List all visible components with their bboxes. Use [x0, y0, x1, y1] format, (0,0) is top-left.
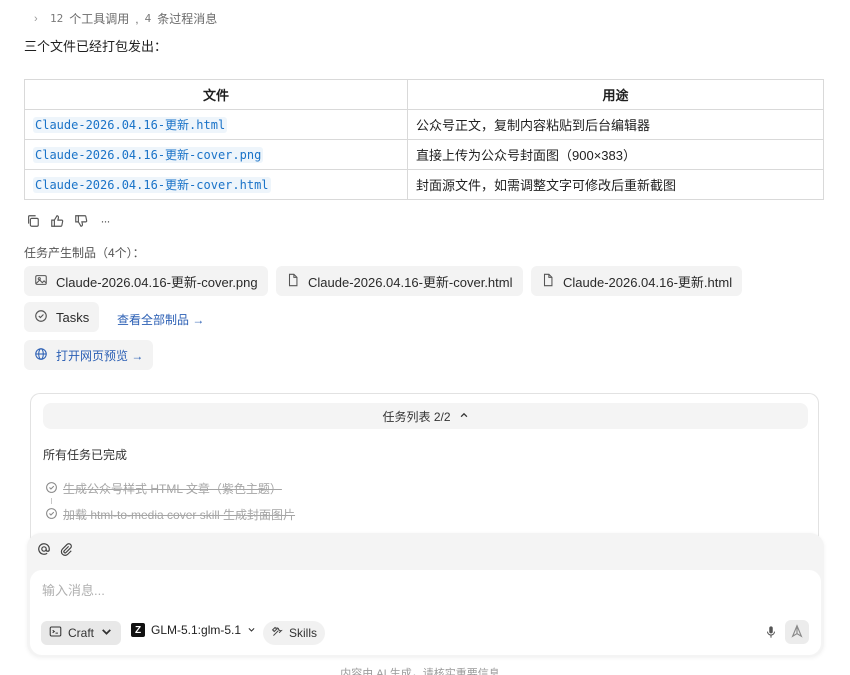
product-chip-label: Claude-2026.04.16-更新.html — [563, 274, 733, 290]
table-cell-purpose: 封面源文件，如需调整文字可修改后重新截图 — [407, 169, 824, 200]
preview-label: 打开网页预览 → — [56, 348, 144, 363]
table-row: Claude-2026.04.16-更新-cover.png 直接上传为公众号封… — [24, 139, 824, 170]
chevron-up-icon — [459, 409, 469, 423]
product-chip-html[interactable]: Claude-2026.04.16-更新.html — [531, 266, 743, 296]
task-list-title: 任务列表 2/2 — [382, 409, 451, 424]
product-chip-label: Claude-2026.04.16-更新-cover.png — [56, 274, 258, 290]
mode-label: Craft — [68, 626, 95, 640]
file-icon — [541, 273, 555, 290]
table-cell-purpose: 公众号正文，复制内容粘贴到后台编辑器 — [407, 109, 824, 140]
file-name-code: Claude-2026.04.16-更新-cover.png — [33, 147, 264, 163]
table-cell-purpose: 直接上传为公众号封面图（900×383） — [407, 139, 824, 170]
table-row: Claude-2026.04.16-更新-cover.html 封面源文件，如需… — [24, 169, 824, 200]
tool-call-summary[interactable]: › 12 个工具调用 , 4 条过程消息 — [34, 10, 217, 27]
task-item: 加载 html-to-media cover skill 生成封面图片 — [45, 506, 295, 523]
summary-separator: , — [135, 11, 139, 26]
table-row: Claude-2026.04.16-更新.html 公众号正文，复制内容粘贴到后… — [24, 109, 824, 140]
chevron-down-icon — [247, 623, 256, 637]
composer-toolbar — [37, 542, 73, 559]
microphone-icon[interactable] — [763, 623, 779, 641]
table-header-row: 文件 用途 — [24, 79, 824, 110]
table-header-file: 文件 — [24, 79, 408, 110]
product-chip-tasks[interactable]: Tasks — [24, 302, 100, 332]
products-label: 任务产生制品（4个）： — [24, 246, 145, 260]
open-web-preview-button[interactable]: 打开网页预览 → — [24, 340, 154, 370]
table-cell-file: Claude-2026.04.16-更新.html — [24, 109, 408, 140]
task-item-label: 加载 html-to-media cover skill 生成封面图片 — [63, 508, 296, 522]
tool-count: 12 — [50, 12, 64, 25]
send-button[interactable] — [785, 620, 809, 644]
message-input[interactable] — [40, 579, 744, 601]
ai-disclaimer: 内容由 AI 生成，请核实重要信息 — [340, 668, 500, 675]
composer-input-area: Craft Z GLM-5.1:glm-5.1 Skills — [30, 570, 821, 655]
check-circle-icon — [34, 309, 48, 326]
table-cell-file: Claude-2026.04.16-更新-cover.png — [24, 139, 408, 170]
product-chip-cover-html[interactable]: Claude-2026.04.16-更新-cover.html — [276, 266, 523, 296]
task-item-label: 生成公众号样式 HTML 文章（紫色主题） — [63, 482, 282, 496]
message-composer: Craft Z GLM-5.1:glm-5.1 Skills — [27, 533, 824, 657]
table-cell-file: Claude-2026.04.16-更新-cover.html — [24, 169, 408, 200]
task-list-toggle[interactable]: 任务列表 2/2 — [43, 403, 808, 429]
at-mention-icon[interactable] — [37, 542, 51, 559]
task-connector — [51, 498, 52, 504]
product-chip-cover-png[interactable]: Claude-2026.04.16-更新-cover.png — [24, 266, 268, 296]
task-item: 生成公众号样式 HTML 文章（紫色主题） — [45, 480, 282, 497]
assistant-intro-text: 三个文件已经打包发出： — [24, 39, 168, 54]
task-list-panel: 任务列表 2/2 所有任务已完成 生成公众号样式 HTML 文章（紫色主题） 加… — [30, 393, 819, 543]
thumbs-up-icon[interactable] — [50, 214, 64, 228]
message-count-text: 条过程消息 — [157, 12, 218, 26]
skills-button[interactable]: Skills — [263, 621, 326, 645]
mode-selector-button[interactable]: Craft — [41, 621, 122, 645]
message-actions: ··· — [26, 214, 112, 228]
tool-count-text: 个工具调用 — [69, 12, 130, 26]
chevron-down-icon — [100, 625, 113, 641]
product-chip-label: Tasks — [56, 309, 90, 325]
message-count: 4 — [144, 12, 152, 25]
check-circle-icon — [45, 481, 58, 497]
file-name-code: Claude-2026.04.16-更新.html — [33, 117, 228, 133]
table-header-purpose: 用途 — [407, 79, 824, 110]
file-name-code: Claude-2026.04.16-更新-cover.html — [33, 177, 271, 193]
files-table: 文件 用途 Claude-2026.04.16-更新.html 公众号正文，复制… — [24, 79, 824, 200]
globe-icon — [34, 347, 48, 364]
attachment-icon[interactable] — [59, 542, 73, 559]
product-chip-label: Claude-2026.04.16-更新-cover.html — [308, 274, 513, 290]
task-list-status: 所有任务已完成 — [43, 448, 128, 462]
model-selector[interactable]: Z GLM-5.1:glm-5.1 — [131, 623, 256, 637]
skills-label: Skills — [289, 626, 318, 640]
terminal-icon — [49, 625, 62, 641]
file-icon — [286, 273, 300, 290]
copy-icon[interactable] — [26, 214, 40, 228]
chat-page: › 12 个工具调用 , 4 条过程消息 三个文件已经打包发出： 文件 用途 C… — [0, 0, 850, 675]
thumbs-down-icon[interactable] — [74, 214, 88, 228]
send-icon — [790, 623, 804, 641]
model-label: GLM-5.1:glm-5.1 — [151, 623, 242, 637]
more-options-icon[interactable]: ··· — [98, 214, 112, 228]
tools-icon — [271, 625, 284, 641]
image-icon — [34, 273, 48, 290]
view-all-products-link[interactable]: 查看全部制品 → — [117, 311, 204, 328]
check-circle-icon — [45, 507, 58, 523]
chevron-right-icon: › — [34, 12, 38, 25]
zhipu-logo-icon: Z — [131, 623, 145, 637]
